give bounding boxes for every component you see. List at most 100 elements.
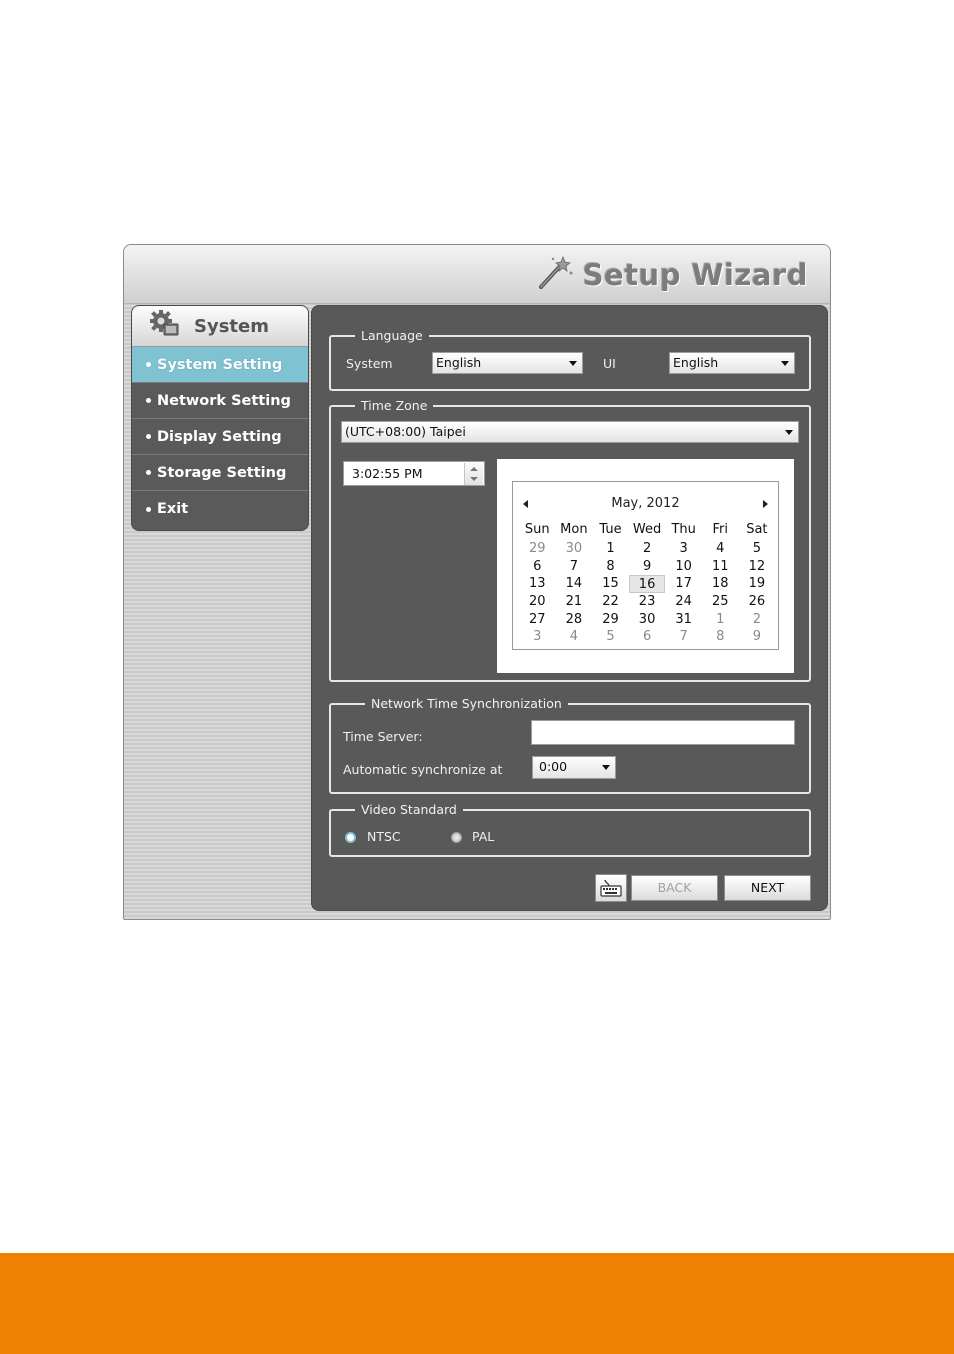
calendar-day[interactable]: 6 [629, 628, 666, 646]
calendar-day[interactable]: 29 [519, 540, 556, 558]
time-zone-select[interactable]: (UTC+08:00) Taipei [341, 421, 799, 443]
chevron-down-icon [785, 430, 793, 435]
ntp-group: Network Time Synchronization [329, 696, 811, 794]
calendar-day[interactable]: 23 [629, 593, 666, 611]
sidebar-item-exit[interactable]: Exit [132, 491, 308, 527]
window-title: Setup Wizard [582, 258, 808, 292]
calendar-day[interactable]: 26 [739, 593, 776, 611]
next-button[interactable]: NEXT [724, 875, 811, 901]
sidebar-title: System [194, 315, 269, 337]
keyboard-icon [600, 879, 622, 900]
calendar-day[interactable]: 5 [592, 628, 629, 646]
ui-language-select[interactable]: English [669, 352, 795, 374]
ui-language-value: English [673, 355, 719, 370]
time-spin-buttons[interactable] [464, 463, 483, 485]
calendar-day[interactable]: 31 [665, 611, 702, 629]
sidebar-item-network-setting[interactable]: Network Setting [132, 383, 308, 419]
time-server-label: Time Server: [343, 729, 423, 744]
sidebar-header: System [132, 306, 308, 347]
calendar-day[interactable]: 1 [592, 540, 629, 558]
sidebar: System System Setting Network Setting Di… [131, 305, 309, 531]
calendar-day[interactable]: 8 [702, 628, 739, 646]
sidebar-item-label: Exit [157, 501, 189, 517]
calendar-day[interactable]: 20 [519, 593, 556, 611]
calendar-day[interactable]: 19 [739, 575, 776, 593]
calendar-day[interactable]: 8 [592, 558, 629, 576]
magic-wand-icon [537, 255, 575, 295]
time-value: 3:02:55 PM [352, 466, 423, 481]
time-spinner[interactable]: 3:02:55 PM [343, 461, 485, 486]
sidebar-item-display-setting[interactable]: Display Setting [132, 419, 308, 455]
calendar-day-selected[interactable]: 16 [628, 575, 666, 594]
calendar-day[interactable]: 12 [739, 558, 776, 576]
footer-bar [0, 1253, 954, 1354]
calendar-day[interactable]: 27 [519, 611, 556, 629]
pal-radio[interactable] [451, 832, 462, 843]
bullet-icon [146, 434, 151, 439]
auto-sync-label: Automatic synchronize at [343, 762, 503, 777]
calendar-day[interactable]: 3 [519, 628, 556, 646]
calendar-day[interactable]: 11 [702, 558, 739, 576]
calendar-day[interactable]: 13 [519, 575, 556, 593]
time-zone-value: (UTC+08:00) Taipei [345, 424, 466, 439]
calendar: May, 2012 Sun Mon Tue Wed Thu Fri Sat 29 30 1 2 3 4 5… [512, 481, 779, 650]
calendar-day[interactable]: 7 [665, 628, 702, 646]
sidebar-item-label: Display Setting [157, 428, 282, 445]
calendar-day[interactable]: 9 [739, 628, 776, 646]
pal-label: PAL [472, 829, 495, 844]
calendar-day[interactable]: 2 [629, 540, 666, 558]
calendar-day[interactable]: 7 [556, 558, 593, 576]
calendar-day[interactable]: 24 [665, 593, 702, 611]
system-language-label: System [346, 356, 393, 371]
auto-sync-time-select[interactable]: 0:00 [532, 756, 616, 779]
calendar-day[interactable]: 17 [665, 575, 702, 593]
calendar-day[interactable]: 3 [665, 540, 702, 558]
calendar-day[interactable]: 4 [702, 540, 739, 558]
window-header: Setup Wizard [124, 245, 830, 304]
calendar-day[interactable]: 29 [592, 611, 629, 629]
sidebar-item-system-setting[interactable]: System Setting [132, 347, 308, 383]
calendar-day[interactable]: 22 [592, 593, 629, 611]
calendar-grid: Sun Mon Tue Wed Thu Fri Sat 29 30 1 2 3 4 5 6 7 8 9 10 11 12… [519, 520, 775, 646]
ntsc-label: NTSC [367, 829, 401, 844]
calendar-day[interactable]: 1 [702, 611, 739, 629]
language-legend: Language [361, 328, 423, 343]
ntsc-radio[interactable] [345, 832, 356, 843]
keyboard-button[interactable] [595, 874, 627, 902]
calendar-day[interactable]: 25 [702, 593, 739, 611]
spin-down-icon [470, 477, 478, 481]
calendar-day[interactable]: 15 [592, 575, 629, 593]
chevron-down-icon [781, 361, 789, 366]
system-language-select[interactable]: English [432, 352, 583, 374]
chevron-down-icon [602, 765, 610, 770]
calendar-panel: May, 2012 Sun Mon Tue Wed Thu Fri Sat 29 30 1 2 3 4 5… [497, 459, 794, 673]
calendar-day[interactable]: 4 [556, 628, 593, 646]
calendar-day[interactable]: 30 [556, 540, 593, 558]
time-zone-legend: Time Zone [361, 398, 428, 413]
calendar-day[interactable]: 10 [665, 558, 702, 576]
calendar-day[interactable]: 28 [556, 611, 593, 629]
back-button[interactable]: BACK [631, 875, 718, 901]
calendar-day[interactable]: 21 [556, 593, 593, 611]
title-area: Setup Wizard [537, 255, 808, 295]
auto-sync-time-value: 0:00 [539, 759, 568, 774]
calendar-next-icon[interactable] [763, 500, 768, 508]
calendar-day-header: Thu [671, 522, 696, 537]
calendar-day[interactable]: 2 [739, 611, 776, 629]
calendar-day[interactable]: 30 [629, 611, 666, 629]
calendar-day[interactable]: 9 [629, 558, 666, 576]
ntp-legend: Network Time Synchronization [371, 696, 562, 711]
ui-language-label: UI [603, 356, 616, 371]
calendar-day-header: Sun [524, 522, 550, 537]
time-server-input[interactable] [531, 720, 795, 745]
gear-icon [150, 310, 180, 342]
spin-up-icon [470, 467, 478, 471]
calendar-day[interactable]: 14 [556, 575, 593, 593]
calendar-day[interactable]: 18 [702, 575, 739, 593]
calendar-day-header: Sat [746, 522, 768, 537]
calendar-day[interactable]: 6 [519, 558, 556, 576]
calendar-day[interactable]: 5 [739, 540, 776, 558]
sidebar-item-storage-setting[interactable]: Storage Setting [132, 455, 308, 491]
sidebar-item-label: System Setting [157, 356, 283, 373]
sidebar-item-label: Network Setting [157, 392, 291, 409]
